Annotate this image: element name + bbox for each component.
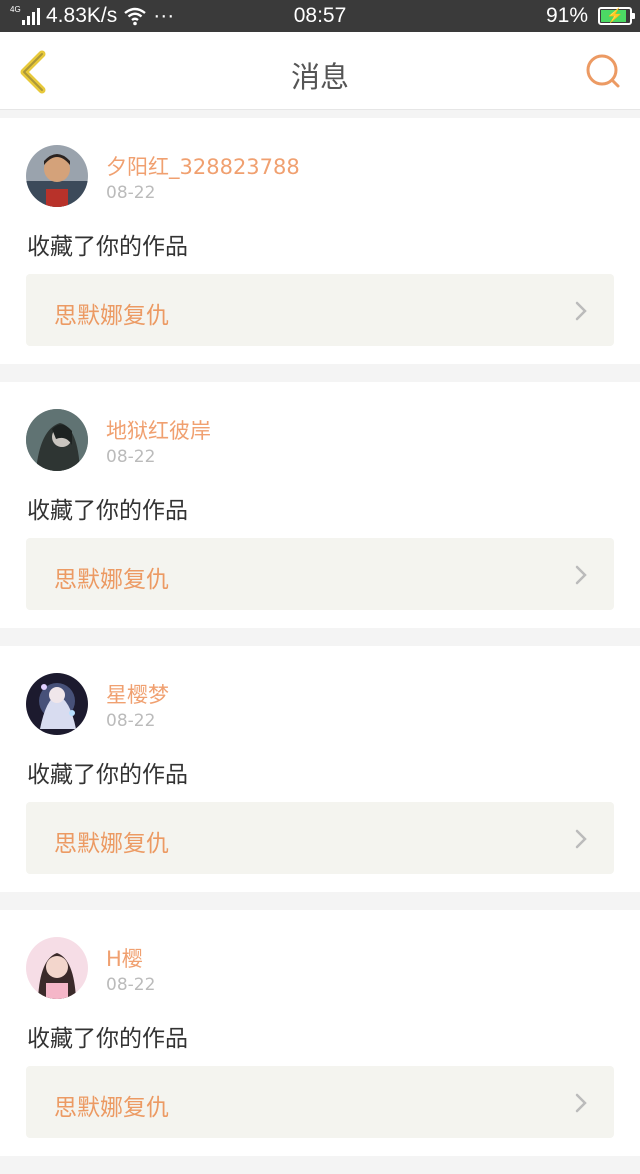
work-title: 思默娜复仇 xyxy=(54,567,169,593)
status-left: 4G 4.83K/s ··· xyxy=(10,4,174,28)
message-date: 08-22 xyxy=(106,975,156,995)
message-action: 收藏了你的作品 xyxy=(27,498,188,524)
message-card: 地狱红彼岸 08-22 收藏了你的作品 思默娜复仇 xyxy=(0,382,640,628)
wifi-icon xyxy=(124,7,146,26)
work-title: 思默娜复仇 xyxy=(54,1095,169,1121)
avatar[interactable] xyxy=(26,409,88,471)
chevron-right-icon xyxy=(575,1093,587,1113)
message-card: H樱 08-22 收藏了你的作品 思默娜复仇 xyxy=(0,910,640,1156)
message-date: 08-22 xyxy=(106,447,156,467)
avatar[interactable] xyxy=(26,673,88,735)
avatar[interactable] xyxy=(26,937,88,999)
battery-percent: 91% xyxy=(545,4,588,27)
work-link[interactable]: 思默娜复仇 xyxy=(26,538,614,610)
username[interactable]: 地狱红彼岸 xyxy=(106,415,211,445)
username[interactable]: H樱 xyxy=(106,943,143,973)
app-header: 消息 xyxy=(0,32,640,110)
search-icon xyxy=(586,54,620,88)
avatar[interactable] xyxy=(26,145,88,207)
message-date: 08-22 xyxy=(106,711,156,731)
message-action: 收藏了你的作品 xyxy=(27,234,188,260)
message-action: 收藏了你的作品 xyxy=(27,1026,188,1052)
more-dots: ··· xyxy=(153,4,175,27)
chevron-right-icon xyxy=(575,829,587,849)
chevron-left-icon xyxy=(20,50,46,94)
message-date: 08-22 xyxy=(106,183,156,203)
page-title: 消息 xyxy=(290,60,349,94)
work-link[interactable]: 思默娜复仇 xyxy=(26,274,614,346)
network-speed: 4.83K/s xyxy=(46,4,118,27)
work-title: 思默娜复仇 xyxy=(54,831,169,857)
network-tag: 4G xyxy=(10,5,21,14)
status-bar: 4G 4.83K/s ··· 08:57 91% ⚡ xyxy=(0,0,640,32)
username[interactable]: 夕阳红_328823788 xyxy=(106,151,300,181)
cellular-signal-icon: 4G xyxy=(10,5,40,25)
search-button[interactable] xyxy=(584,52,624,92)
message-card: 星樱梦 08-22 收藏了你的作品 思默娜复仇 xyxy=(0,646,640,892)
message-list: 夕阳红_328823788 08-22 收藏了你的作品 思默娜复仇 地狱红彼岸 … xyxy=(0,118,640,1174)
work-link[interactable]: 思默娜复仇 xyxy=(26,802,614,874)
username[interactable]: 星樱梦 xyxy=(106,679,169,709)
back-button[interactable] xyxy=(14,50,54,94)
charging-bolt-icon: ⚡ xyxy=(606,7,624,23)
message-action: 收藏了你的作品 xyxy=(27,762,188,788)
chevron-right-icon xyxy=(575,565,587,585)
chevron-right-icon xyxy=(575,301,587,321)
message-card: 夕阳红_328823788 08-22 收藏了你的作品 思默娜复仇 xyxy=(0,118,640,364)
status-right: 91% ⚡ xyxy=(545,4,635,28)
battery-icon: ⚡ xyxy=(598,7,635,25)
work-link[interactable]: 思默娜复仇 xyxy=(26,1066,614,1138)
work-title: 思默娜复仇 xyxy=(54,303,169,329)
